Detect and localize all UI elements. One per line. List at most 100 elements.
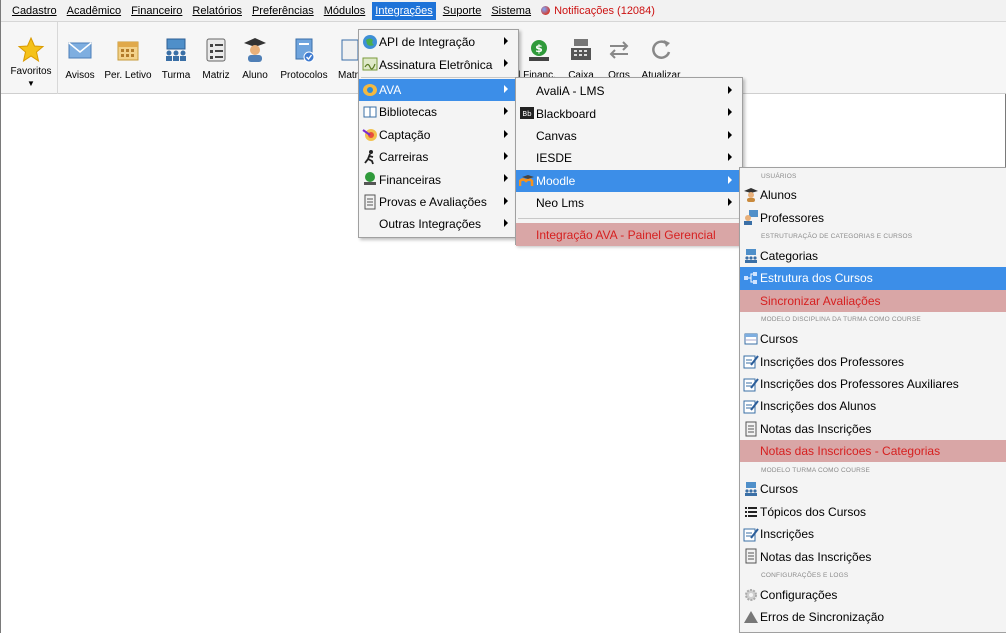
menu-item-notas-inscricoes-categorias[interactable]: Notas das Inscricoes - Categorias <box>740 439 1006 463</box>
menu-item-cursos-disciplina[interactable]: Cursos <box>740 328 1006 350</box>
menu-item-financeiras[interactable]: Financeiras <box>359 168 518 190</box>
menu-item-outras-integracoes[interactable]: Outras Integrações <box>359 213 518 235</box>
structure-icon <box>744 272 757 285</box>
notifications-label: Notificações (12084) <box>554 4 655 17</box>
section-header-estruturacao: ESTRUTURAÇÃO DE CATEGORIAS E CURSOS <box>761 233 913 241</box>
menu-item-assinatura-eletronica[interactable]: Assinatura Eletrônica <box>359 53 518 75</box>
menu-sistema[interactable]: Sistema <box>488 2 534 20</box>
blackboard-label: Blackboard <box>536 106 597 121</box>
submenu-arrow-icon <box>504 107 508 116</box>
submenu-arrow-icon <box>728 197 732 206</box>
student-icon <box>244 38 266 62</box>
menu-divider <box>518 218 740 220</box>
svg-text:$: $ <box>535 42 543 55</box>
ava-label: AVA <box>379 82 402 97</box>
inscricoes-professores-label: Inscrições dos Professores <box>760 354 905 369</box>
menu-item-professores[interactable]: Professores <box>740 206 1006 228</box>
book-icon <box>363 106 377 118</box>
protocolos-button[interactable]: Protocolos <box>278 22 330 94</box>
canvas-label: Canvas <box>536 128 577 143</box>
matrix-icon <box>206 38 226 62</box>
favoritos-button[interactable]: Favoritos ▼ <box>9 22 53 94</box>
warning-icon <box>744 611 758 624</box>
menu-modulos[interactable]: Módulos <box>321 2 369 20</box>
menu-item-captacao[interactable]: Captação <box>359 124 518 146</box>
menu-item-alunos[interactable]: Alunos <box>740 184 1006 206</box>
outras-label: Outras Integrações <box>379 217 482 232</box>
notas-inscricoes-label: Notas das Inscrições <box>760 421 872 436</box>
menu-item-inscricoes-professores-auxiliares[interactable]: Inscrições dos Professores Auxiliares <box>740 373 1006 395</box>
bibliotecas-label: Bibliotecas <box>379 105 438 120</box>
aluno-button[interactable]: Aluno <box>238 22 272 94</box>
menu-item-blackboard[interactable]: Bb Blackboard <box>516 102 742 124</box>
estrutura-cursos-label: Estrutura dos Cursos <box>760 271 873 286</box>
money-bag-icon <box>364 172 376 186</box>
turma-button[interactable]: Turma <box>159 22 193 94</box>
section-header-turma: MODELO TURMA COMO COURSE <box>761 466 871 474</box>
aluno-label: Aluno <box>242 70 268 81</box>
menu-item-notas-inscricoes-disciplina[interactable]: Notas das Inscrições <box>740 418 1006 440</box>
swap-arrows-icon <box>609 41 629 59</box>
menu-item-iesde[interactable]: IESDE <box>516 147 742 169</box>
menu-item-carreiras[interactable]: Carreiras <box>359 146 518 168</box>
topicos-label: Tópicos dos Cursos <box>760 504 867 519</box>
menu-item-erros-sincronizacao[interactable]: Erros de Sincronização <box>740 606 1006 628</box>
submenu-arrow-icon <box>504 174 508 183</box>
edit-form-icon <box>743 528 759 542</box>
professores-label: Professores <box>760 210 825 225</box>
menu-item-categorias[interactable]: Categorias <box>740 245 1006 267</box>
avisos-button[interactable]: Avisos <box>63 22 97 94</box>
menu-item-cursos-turma[interactable]: Cursos <box>740 478 1006 500</box>
menu-item-configuracoes[interactable]: Configurações <box>740 584 1006 606</box>
menu-item-inscricoes-professores[interactable]: Inscrições dos Professores <box>740 350 1006 372</box>
menu-item-painel-gerencial[interactable]: Integração AVA - Painel Gerencial <box>516 223 742 246</box>
menu-suporte[interactable]: Suporte <box>440 2 485 20</box>
section-header-usuarios: USUÁRIOS <box>761 172 797 180</box>
erros-label: Erros de Sincronização <box>760 610 885 625</box>
submenu-arrow-icon <box>504 84 508 93</box>
menu-preferencias[interactable]: Preferências <box>249 2 317 20</box>
moodle-icon <box>519 174 534 186</box>
menu-academico[interactable]: Acadêmico <box>64 2 124 20</box>
favoritos-label: Favoritos <box>10 66 52 77</box>
submenu-arrow-icon <box>728 175 732 184</box>
menu-item-sincronizar-avaliacoes[interactable]: Sincronizar Avaliações <box>740 289 1006 312</box>
menu-item-moodle[interactable]: Moodle <box>516 169 742 192</box>
menu-relatorios[interactable]: Relatórios <box>189 2 245 20</box>
notifications-menu[interactable]: Notificações (12084) <box>538 2 658 20</box>
signature-icon <box>362 57 378 71</box>
cash-register-icon <box>571 39 591 60</box>
captacao-label: Captação <box>379 127 431 142</box>
menu-item-inscricoes[interactable]: Inscrições <box>740 523 1006 545</box>
menubar: Cadastro Acadêmico Financeiro Relatórios… <box>1 0 1006 22</box>
menu-cadastro[interactable]: Cadastro <box>9 2 60 20</box>
menu-item-ava[interactable]: AVA <box>359 78 518 102</box>
toolbar-divider <box>57 22 58 94</box>
per-letivo-button[interactable]: Per. Letivo <box>103 22 153 94</box>
menu-item-api-integracao[interactable]: API de Integração <box>359 31 518 53</box>
menu-item-topicos-cursos[interactable]: Tópicos dos Cursos <box>740 501 1006 523</box>
menu-item-inscricoes-alunos[interactable]: Inscrições dos Alunos <box>740 395 1006 417</box>
cursos-turma-label: Cursos <box>760 482 799 497</box>
menu-item-avalia-lms[interactable]: AvaliA - LMS <box>516 80 742 102</box>
menu-item-canvas[interactable]: Canvas <box>516 125 742 147</box>
matriz-button[interactable]: Matriz <box>199 22 233 94</box>
menu-item-notas-inscricoes-turma[interactable]: Notas das Inscrições <box>740 545 1006 567</box>
menu-item-bibliotecas[interactable]: Bibliotecas <box>359 101 518 123</box>
avisos-label: Avisos <box>65 70 95 81</box>
menu-item-provas-avaliacoes[interactable]: Provas e Avaliações <box>359 191 518 213</box>
carreiras-label: Carreiras <box>379 150 429 165</box>
menu-item-neo-lms[interactable]: Neo Lms <box>516 192 742 214</box>
financeiras-label: Financeiras <box>379 172 442 187</box>
runner-icon <box>364 149 374 165</box>
inscricoes-prof-aux-label: Inscrições dos Professores Auxiliares <box>760 376 959 391</box>
edit-form-icon <box>743 378 759 392</box>
menu-item-estrutura-cursos[interactable]: Estrutura dos Cursos <box>740 267 1006 290</box>
chevron-down-icon: ▼ <box>27 79 35 88</box>
money-icon: $ <box>529 40 549 61</box>
menu-financeiro[interactable]: Financeiro <box>128 2 185 20</box>
notas-inscricoes-turma-label: Notas das Inscrições <box>760 549 872 564</box>
exam-icon <box>364 194 376 210</box>
exam-icon <box>745 421 757 437</box>
menu-integracoes[interactable]: Integrações <box>372 1 436 20</box>
